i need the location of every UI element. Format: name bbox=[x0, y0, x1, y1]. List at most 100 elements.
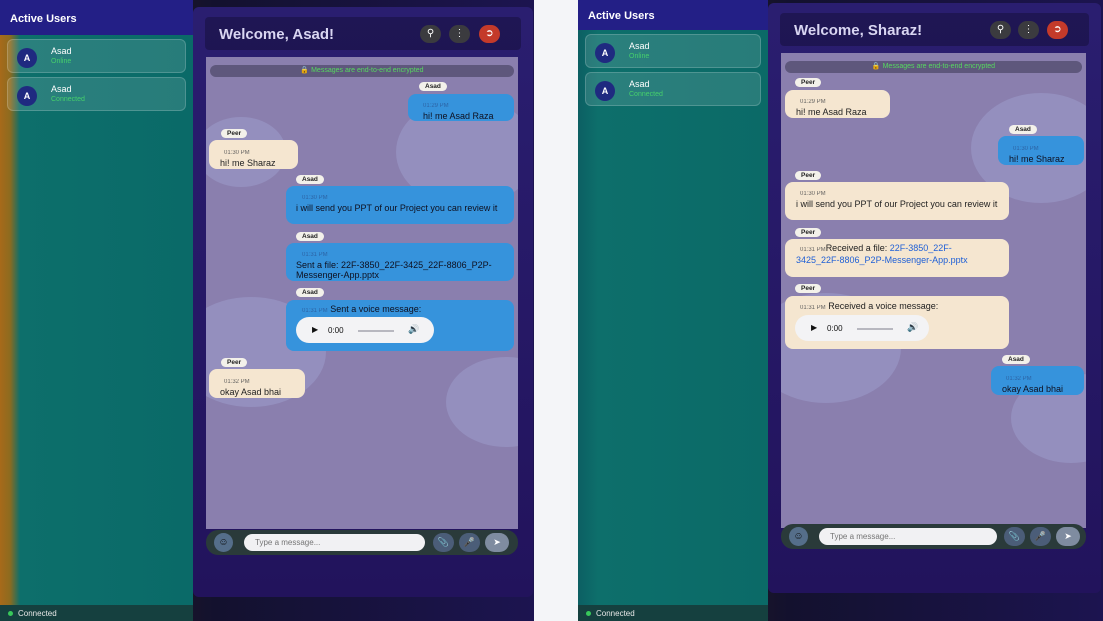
message-bubble: 01:31 PMReceived a file: 22F-3850_22F-34… bbox=[785, 239, 1009, 277]
message-list[interactable]: 🔒 Messages are end-to-end encrypted Asad… bbox=[206, 57, 518, 529]
attach-button[interactable]: 📎 bbox=[1004, 527, 1025, 546]
message-composer: ☺ 📎 🎤 ➤ bbox=[781, 524, 1086, 549]
send-button[interactable]: ➤ bbox=[485, 533, 509, 552]
search-icon: ⚲ bbox=[426, 28, 435, 39]
connection-status: Connected bbox=[578, 605, 768, 621]
emoji-icon: ☺ bbox=[793, 531, 804, 542]
sender-badge: Asad bbox=[1009, 125, 1037, 134]
screenshot: Active Users A Asad Online A Asad Connec… bbox=[0, 0, 1103, 621]
audio-time: 0:00 bbox=[827, 324, 843, 333]
menu-button[interactable]: ⋮ bbox=[449, 25, 470, 43]
message-time: 01:29 PM bbox=[800, 99, 826, 105]
send-button[interactable]: ➤ bbox=[1056, 527, 1080, 546]
sidebar: Active Users A Asad Online A Asad Connec… bbox=[578, 0, 768, 621]
encryption-text: Messages are end-to-end encrypted bbox=[882, 63, 996, 70]
status-dot-icon bbox=[8, 611, 13, 616]
search-button[interactable]: ⚲ bbox=[990, 21, 1011, 39]
more-vertical-icon: ⋮ bbox=[1023, 24, 1034, 35]
user-card[interactable]: A Asad Online bbox=[7, 39, 186, 73]
send-icon: ➤ bbox=[1064, 531, 1072, 541]
user-status: Online bbox=[51, 58, 72, 65]
sender-badge: Asad bbox=[1002, 355, 1030, 364]
message-time: 01:30 PM bbox=[800, 191, 826, 197]
message-time: 01:31 PM bbox=[800, 247, 826, 253]
microphone-icon: 🎤 bbox=[463, 537, 476, 547]
connection-status-label: Connected bbox=[18, 609, 57, 618]
lock-icon: 🔒 bbox=[300, 67, 310, 74]
avatar: A bbox=[17, 86, 37, 106]
audio-progress-track[interactable] bbox=[358, 330, 394, 332]
encryption-banner: 🔒 Messages are end-to-end encrypted bbox=[210, 65, 514, 77]
sender-badge: Peer bbox=[795, 284, 822, 293]
message-time: 01:29 PM bbox=[423, 103, 449, 109]
connection-status: Connected bbox=[0, 605, 193, 621]
message-text: i will send you PPT of our Project you c… bbox=[796, 199, 998, 209]
user-card[interactable]: A Asad Online bbox=[585, 34, 761, 68]
message-text: Sent a file: 22F-3850_22F-3425_22F-8806_… bbox=[296, 260, 492, 280]
message-time: 01:30 PM bbox=[224, 150, 250, 156]
sender-badge: Peer bbox=[221, 129, 248, 138]
message-text: Received a file: bbox=[825, 243, 890, 253]
message-text: hi! me Asad Raza bbox=[423, 111, 494, 121]
sender-badge: Asad bbox=[296, 288, 324, 297]
message-text: hi! me Sharaz bbox=[220, 158, 276, 168]
play-icon[interactable]: ▶ bbox=[811, 323, 817, 333]
connection-status-label: Connected bbox=[596, 609, 635, 618]
message-text: Received a voice message: bbox=[828, 301, 939, 311]
user-status: Connected bbox=[51, 96, 85, 103]
sender-badge: Peer bbox=[221, 358, 248, 367]
message-time: 01:31 PM bbox=[800, 305, 826, 311]
mic-button[interactable]: 🎤 bbox=[1030, 527, 1051, 546]
logout-icon: ➲ bbox=[485, 28, 494, 39]
left-window: Active Users A Asad Online A Asad Connec… bbox=[0, 0, 534, 621]
sidebar-title: Active Users bbox=[578, 0, 768, 30]
user-status: Connected bbox=[629, 91, 663, 98]
user-card[interactable]: A Asad Connected bbox=[7, 77, 186, 111]
volume-icon[interactable]: 🔊 bbox=[408, 324, 419, 334]
search-icon: ⚲ bbox=[996, 24, 1005, 35]
logout-button[interactable]: ➲ bbox=[479, 25, 500, 43]
message-time: 01:32 PM bbox=[224, 379, 250, 385]
message-list[interactable]: 🔒 Messages are end-to-end encrypted Peer… bbox=[781, 53, 1086, 528]
emoji-button[interactable]: ☺ bbox=[789, 527, 808, 546]
message-input[interactable] bbox=[819, 528, 997, 545]
message-bubble: 01:31 PM Received a voice message: ▶ 0:0… bbox=[785, 296, 1009, 349]
mic-button[interactable]: 🎤 bbox=[459, 533, 480, 552]
message-time: 01:31 PM bbox=[302, 252, 328, 258]
message-bubble: 01:31 PM Sent a voice message: ▶ 0:00 🔊 bbox=[286, 300, 514, 351]
audio-player[interactable]: ▶ 0:00 🔊 bbox=[795, 315, 929, 341]
paperclip-icon: 📎 bbox=[1008, 531, 1021, 541]
user-card[interactable]: A Asad Connected bbox=[585, 72, 761, 106]
chat-panel: Welcome, Asad! ⚲ ⋮ ➲ 🔒 Messages are end-… bbox=[193, 7, 533, 597]
sidebar-title: Active Users bbox=[0, 0, 193, 35]
user-name: Asad bbox=[629, 41, 650, 51]
attach-button[interactable]: 📎 bbox=[433, 533, 454, 552]
user-name: Asad bbox=[629, 79, 650, 89]
message-text: hi! me Sharaz bbox=[1009, 154, 1065, 164]
user-status: Online bbox=[629, 53, 650, 60]
audio-player[interactable]: ▶ 0:00 🔊 bbox=[296, 317, 434, 343]
menu-button[interactable]: ⋮ bbox=[1018, 21, 1039, 39]
message-text: Sent a voice message: bbox=[330, 304, 422, 314]
message-text: hi! me Asad Raza bbox=[796, 107, 867, 117]
audio-time: 0:00 bbox=[328, 326, 344, 335]
message-bubble: 01:32 PM okay Asad bhai bbox=[209, 369, 305, 398]
logout-icon: ➲ bbox=[1053, 24, 1062, 35]
sender-badge: Peer bbox=[795, 171, 822, 180]
volume-icon[interactable]: 🔊 bbox=[907, 322, 918, 332]
avatar: A bbox=[17, 48, 37, 68]
audio-progress-track[interactable] bbox=[857, 328, 893, 330]
play-icon[interactable]: ▶ bbox=[312, 325, 318, 335]
message-time: 01:30 PM bbox=[302, 195, 328, 201]
message-time: 01:31 PM bbox=[302, 308, 328, 314]
avatar: A bbox=[595, 81, 615, 101]
page-title: Welcome, Asad! bbox=[219, 26, 335, 43]
search-button[interactable]: ⚲ bbox=[420, 25, 441, 43]
emoji-button[interactable]: ☺ bbox=[214, 533, 233, 552]
message-input[interactable] bbox=[244, 534, 425, 551]
logout-button[interactable]: ➲ bbox=[1047, 21, 1068, 39]
message-bubble: 01:30 PM hi! me Sharaz bbox=[998, 136, 1084, 165]
message-bubble: 01:29 PM hi! me Asad Raza bbox=[785, 90, 890, 118]
message-bubble: 01:32 PM okay Asad bhai bbox=[991, 366, 1084, 395]
sender-badge: Peer bbox=[795, 228, 822, 237]
